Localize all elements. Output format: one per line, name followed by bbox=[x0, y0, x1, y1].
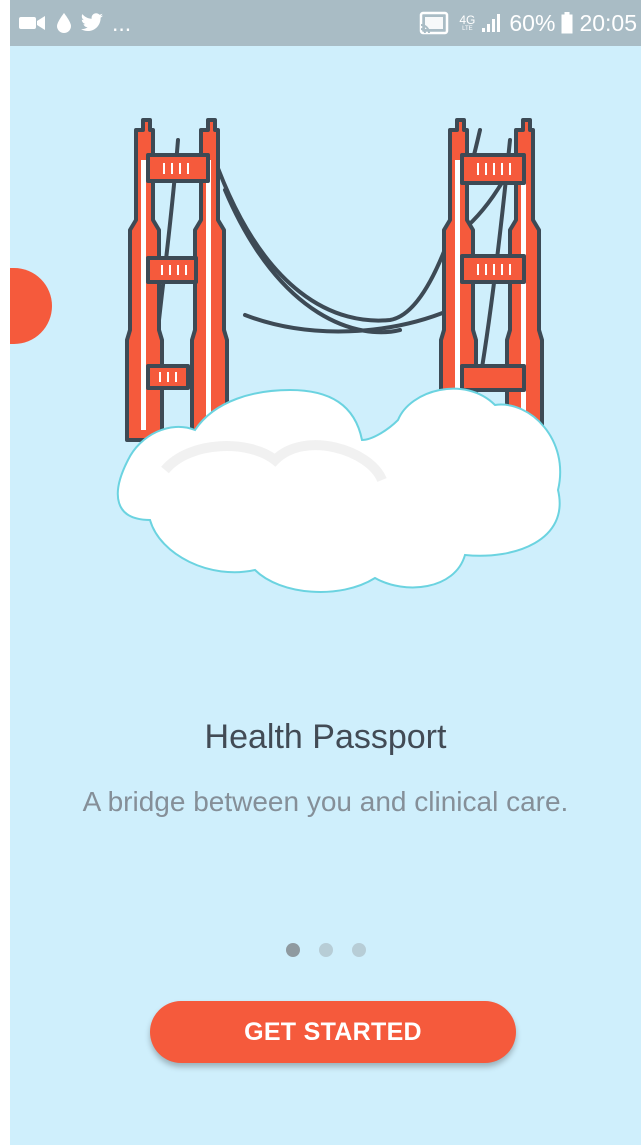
page-title: Health Passport bbox=[204, 718, 447, 756]
network-type-top: 4G bbox=[459, 13, 476, 27]
page-dot-2[interactable] bbox=[318, 943, 333, 957]
video-camera-icon bbox=[18, 14, 48, 32]
status-bar-left: ... bbox=[18, 0, 131, 46]
status-bar: ... 4G LTE 60% 20:05 bbox=[10, 0, 641, 46]
page-subtitle: A bridge between you and clinical care. bbox=[82, 786, 569, 817]
get-started-button[interactable]: GET STARTED bbox=[150, 1001, 516, 1063]
bridge-illustration bbox=[116, 118, 561, 593]
notification-overflow: ... bbox=[112, 9, 132, 36]
left-tower bbox=[125, 118, 229, 442]
twitter-bird-icon bbox=[80, 13, 104, 33]
network-type-label: 4G LTE bbox=[459, 14, 475, 32]
page-dot-1[interactable] bbox=[285, 943, 300, 957]
page-dot-3[interactable] bbox=[351, 943, 366, 957]
cast-icon bbox=[419, 11, 449, 35]
clock: 20:05 bbox=[579, 9, 637, 36]
status-bar-right: 4G LTE 60% 20:05 bbox=[419, 0, 637, 46]
network-type-bottom: LTE bbox=[462, 26, 473, 32]
battery-icon bbox=[561, 12, 573, 34]
battery-percent: 60% bbox=[509, 9, 556, 36]
onboarding-screen: ... 4G LTE 60% 20:05 Health Passport A b… bbox=[10, 0, 641, 1145]
water-drop-icon bbox=[56, 12, 72, 34]
signal-icon bbox=[481, 13, 503, 33]
cloud bbox=[116, 387, 561, 593]
page-indicator bbox=[10, 943, 641, 957]
